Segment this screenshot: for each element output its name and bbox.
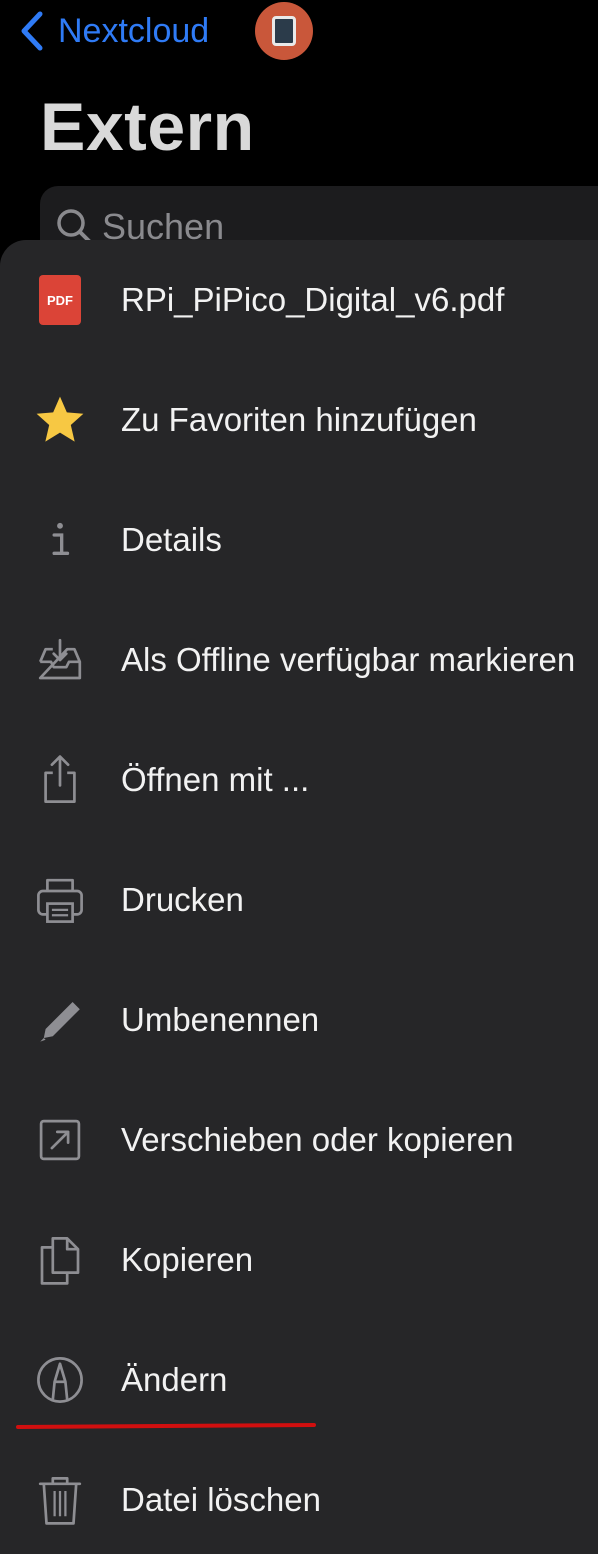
menu-item-markup[interactable]: Ändern (0, 1320, 598, 1440)
action-sheet: PDF RPi_PiPico_Digital_v6.pdf Zu Favorit… (0, 240, 598, 1554)
star-icon (30, 390, 90, 450)
menu-item-print[interactable]: Drucken (0, 840, 598, 960)
file-header: PDF RPi_PiPico_Digital_v6.pdf (0, 240, 598, 360)
move-arrow-icon (30, 1110, 90, 1170)
screen: Nextcloud Extern Suchen PDF RPi_PiPico_D… (0, 0, 598, 1554)
menu-item-label: Datei löschen (121, 1481, 321, 1518)
menu-item-rename[interactable]: Umbenennen (0, 960, 598, 1080)
menu-item-favorite[interactable]: Zu Favoriten hinzufügen (0, 360, 598, 480)
back-button[interactable]: Nextcloud (18, 6, 209, 56)
page-title: Extern (40, 89, 255, 165)
tablet-icon (272, 16, 296, 46)
menu-item-label: Zu Favoriten hinzufügen (121, 401, 477, 438)
menu-item-details[interactable]: Details (0, 480, 598, 600)
menu-item-label: Als Offline verfügbar markieren (121, 641, 576, 678)
pencil-icon (30, 990, 90, 1050)
menu-item-delete[interactable]: Datei löschen (0, 1440, 598, 1554)
printer-icon (30, 870, 90, 930)
menu-item-label: Umbenennen (121, 1001, 320, 1038)
menu-item-label: Verschieben oder kopieren (121, 1121, 514, 1158)
chevron-left-icon (21, 11, 43, 51)
tray-download-icon (30, 630, 90, 690)
share-icon (30, 750, 90, 810)
copy-icon (30, 1230, 90, 1290)
menu-item-offline[interactable]: Als Offline verfügbar markieren (0, 600, 598, 720)
pdf-file-icon: PDF (30, 270, 90, 330)
menu-item-label: Öffnen mit ... (121, 761, 310, 798)
trash-icon (30, 1470, 90, 1530)
menu-item-label: Ändern (121, 1361, 228, 1398)
menu-item-label: Drucken (121, 881, 244, 918)
file-name: RPi_PiPico_Digital_v6.pdf (121, 281, 505, 318)
menu-item-move-copy[interactable]: Verschieben oder kopieren (0, 1080, 598, 1200)
info-icon (30, 510, 90, 570)
back-label: Nextcloud (58, 11, 210, 50)
menu-item-label: Kopieren (121, 1241, 254, 1278)
app-avatar[interactable] (255, 2, 313, 60)
markup-icon (30, 1350, 90, 1410)
menu-item-label: Details (121, 521, 222, 558)
menu-item-open-with[interactable]: Öffnen mit ... (0, 720, 598, 840)
menu-item-copy[interactable]: Kopieren (0, 1200, 598, 1320)
